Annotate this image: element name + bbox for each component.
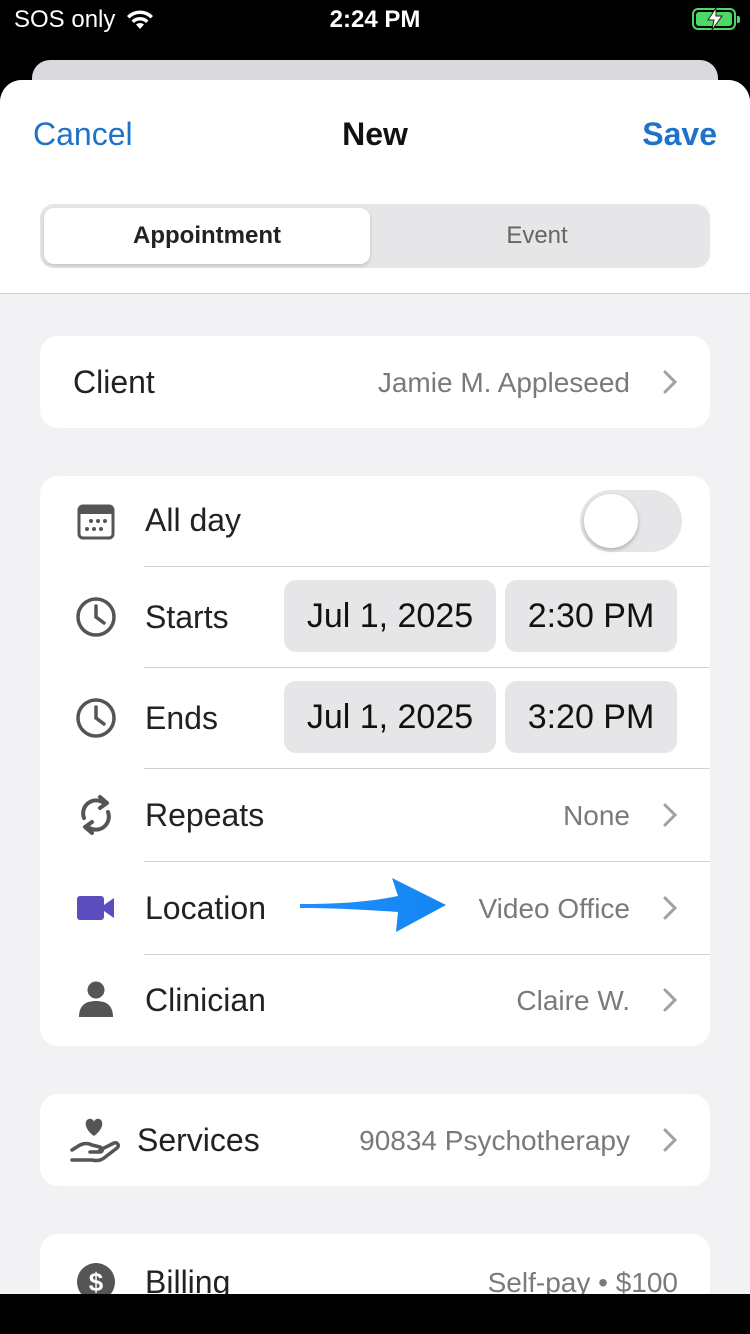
clinician-label: Clinician [145, 982, 266, 1018]
client-card[interactable]: Client Jamie M. Appleseed [40, 336, 710, 428]
starts-date-picker[interactable]: Jul 1, 2025 [284, 580, 496, 652]
save-button[interactable]: Save [642, 116, 717, 153]
heart-hand-icon [70, 1116, 122, 1166]
billing-value: Self-pay • $100 [487, 1267, 678, 1294]
schedule-card: All day Starts Jul 1, 2025 2:30 PM Ends … [40, 476, 710, 1046]
chevron-right-icon [663, 1128, 678, 1152]
clock-icon [74, 595, 118, 639]
ends-label: Ends [145, 700, 218, 736]
status-time: 2:24 PM [329, 6, 421, 33]
chevron-right-icon [663, 370, 678, 394]
clinician-row[interactable]: Clinician Claire W. [40, 955, 710, 1046]
repeats-row[interactable]: Repeats None [40, 769, 710, 861]
page-title: New [342, 116, 408, 152]
calendar-icon [74, 499, 118, 543]
battery-icon [692, 8, 740, 30]
billing-card[interactable]: $ Billing Self-pay • $100 [40, 1234, 710, 1294]
all-day-toggle[interactable] [580, 490, 682, 552]
svg-text:$: $ [89, 1267, 104, 1294]
type-segmented-control: Appointment Event [40, 204, 710, 268]
chevron-right-icon [663, 988, 678, 1012]
video-camera-icon [74, 886, 118, 930]
status-bar: SOS only 2:24 PM [0, 0, 750, 40]
bottom-bar [0, 1294, 750, 1334]
person-icon [74, 977, 118, 1021]
chevron-right-icon [663, 803, 678, 827]
client-label: Client [73, 364, 155, 400]
new-appointment-sheet: Cancel New Save Appointment Event Client… [0, 80, 750, 1294]
starts-label: Starts [145, 599, 229, 635]
chevron-right-icon [663, 896, 678, 920]
repeats-value: None [563, 800, 630, 831]
clinician-value: Claire W. [516, 985, 630, 1016]
client-value: Jamie M. Appleseed [377, 367, 630, 398]
starts-row: Starts Jul 1, 2025 2:30 PM [40, 567, 710, 667]
all-day-row: All day [40, 476, 710, 566]
clock-icon [74, 696, 118, 740]
arrow-annotation [300, 878, 446, 932]
services-card[interactable]: Services 90834 Psychotherapy [40, 1094, 710, 1186]
services-value: 90834 Psychotherapy [359, 1125, 630, 1156]
charging-bolt-icon [707, 8, 723, 30]
ends-time-picker[interactable]: 3:20 PM [505, 681, 677, 753]
starts-time-picker[interactable]: 2:30 PM [505, 580, 677, 652]
ends-row: Ends Jul 1, 2025 3:20 PM [40, 668, 710, 768]
location-value: Video Office [478, 893, 630, 924]
sheet-header: Cancel New Save Appointment Event [0, 80, 750, 294]
repeat-icon [74, 793, 118, 837]
all-day-label: All day [145, 502, 242, 538]
segment-appointment[interactable]: Appointment [44, 208, 370, 264]
location-label: Location [145, 890, 266, 926]
ends-date-picker[interactable]: Jul 1, 2025 [284, 681, 496, 753]
toggle-knob [584, 494, 638, 548]
segment-event[interactable]: Event [374, 208, 700, 264]
dollar-icon: $ [74, 1260, 118, 1294]
billing-label: Billing [145, 1264, 231, 1294]
repeats-label: Repeats [145, 797, 265, 833]
services-label: Services [137, 1122, 260, 1158]
